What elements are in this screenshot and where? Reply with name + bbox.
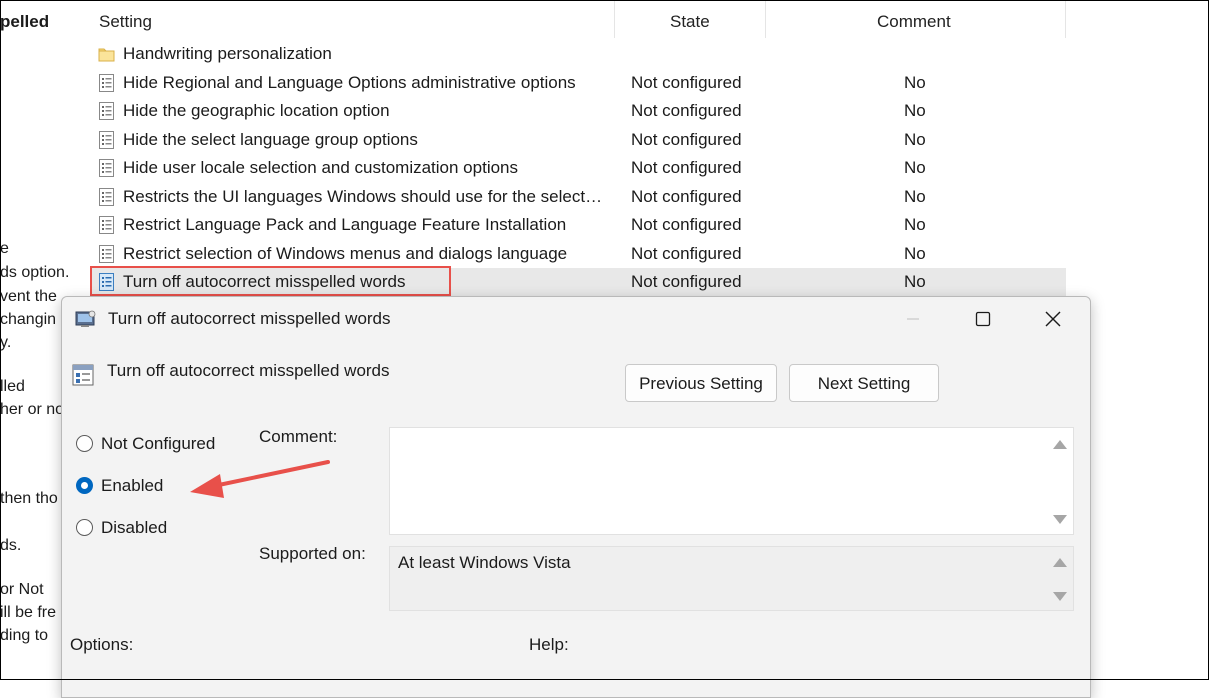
description-line: ill be fre (0, 604, 57, 621)
setting-state: Not configured (631, 73, 742, 92)
radio-circle[interactable] (76, 435, 93, 452)
description-title: pelled (0, 12, 50, 31)
minimize-button[interactable] (890, 297, 936, 341)
column-divider[interactable] (765, 0, 766, 38)
scroll-up-arrow-icon[interactable] (1053, 440, 1067, 449)
annotation-arrow (190, 460, 330, 498)
radio-circle[interactable] (76, 519, 93, 536)
list-header: Setting State Comment (90, 0, 1066, 38)
supported-on-value: At least Windows Vista (398, 553, 571, 572)
options-label: Options: (70, 635, 134, 654)
help-label: Help: (529, 635, 569, 654)
setting-comment: No (904, 272, 926, 291)
setting-state: Not configured (631, 215, 742, 234)
setting-name: Turn off autocorrect misspelled words (123, 272, 406, 291)
setting-name: Restricts the UI languages Windows shoul… (123, 187, 603, 206)
setting-comment: No (904, 101, 926, 120)
policy-icon (99, 74, 114, 92)
setting-comment: No (904, 215, 926, 234)
comment-textarea[interactable] (389, 427, 1074, 535)
setting-comment: No (904, 244, 926, 263)
radio-label: Enabled (101, 476, 164, 495)
policy-icon (99, 188, 114, 206)
setting-state: Not configured (631, 272, 742, 291)
minimize-icon (907, 318, 919, 320)
table-row[interactable]: Hide the geographic location option Not … (90, 97, 1066, 125)
supported-on-label: Supported on: (259, 544, 366, 563)
setting-state: Not configured (631, 158, 742, 177)
table-row[interactable]: Restrict selection of Windows menus and … (90, 240, 1066, 268)
scroll-down-arrow-icon[interactable] (1053, 515, 1067, 524)
policy-setting-icon (72, 364, 94, 386)
table-row[interactable]: Restricts the UI languages Windows shoul… (90, 183, 1066, 211)
description-line: ds option. (0, 264, 70, 281)
policy-name: Turn off autocorrect misspelled words (107, 361, 390, 380)
close-button[interactable] (1030, 297, 1076, 341)
column-divider[interactable] (1065, 0, 1066, 38)
comment-label: Comment: (259, 427, 338, 446)
table-row[interactable]: Restrict Language Pack and Language Feat… (90, 211, 1066, 239)
table-row[interactable]: Hide the select language group options N… (90, 126, 1066, 154)
setting-name: Hide Regional and Language Options admin… (123, 73, 576, 92)
previous-setting-button[interactable]: Previous Setting (625, 364, 777, 402)
column-divider[interactable] (614, 0, 615, 38)
description-line: lled (0, 378, 25, 395)
description-line: vent the (0, 288, 57, 305)
policy-icon (99, 131, 114, 149)
supported-on-field[interactable]: At least Windows Vista (389, 546, 1074, 611)
scroll-up-arrow-icon[interactable] (1053, 558, 1067, 567)
description-line: ding to (0, 627, 49, 644)
folder-icon (98, 48, 115, 62)
setting-name: Hide the geographic location option (123, 101, 390, 120)
description-line: or Not (0, 581, 44, 598)
table-row[interactable]: Hide Regional and Language Options admin… (90, 69, 1066, 97)
close-icon (1045, 311, 1061, 327)
policy-icon (99, 102, 114, 120)
radio-label: Disabled (101, 518, 168, 537)
setting-state: Not configured (631, 130, 742, 149)
policy-icon (99, 159, 114, 177)
policy-icon (99, 216, 114, 234)
table-row-selected[interactable]: Turn off autocorrect misspelled words No… (90, 268, 1066, 296)
description-line: her or no (0, 401, 65, 418)
group-policy-icon (75, 310, 96, 327)
setting-comment: No (904, 158, 926, 177)
maximize-icon (975, 311, 991, 327)
column-header-state[interactable]: State (670, 4, 710, 38)
setting-state: Not configured (631, 101, 742, 120)
setting-name: Hide user locale selection and customiza… (123, 158, 519, 177)
scroll-down-arrow-icon[interactable] (1053, 592, 1067, 601)
list-item[interactable]: Handwriting personalization (90, 40, 1066, 68)
policy-icon (99, 245, 114, 263)
description-line: ds. (0, 537, 22, 554)
setting-name: Hide the select language group options (123, 130, 418, 149)
description-line: e (0, 240, 9, 257)
radio-circle-selected[interactable] (76, 477, 93, 494)
setting-comment: No (904, 130, 926, 149)
setting-state: Not configured (631, 244, 742, 263)
setting-name: Restrict selection of Windows menus and … (123, 244, 568, 263)
dialog-titlebar[interactable]: Turn off autocorrect misspelled words (62, 297, 1090, 341)
setting-comment: No (904, 187, 926, 206)
setting-comment: No (904, 73, 926, 92)
maximize-button[interactable] (960, 297, 1006, 341)
table-row[interactable]: Hide user locale selection and customiza… (90, 154, 1066, 182)
description-line: changin (0, 311, 57, 328)
setting-name: Handwriting personalization (123, 44, 332, 63)
description-line: y. (0, 334, 12, 351)
policy-icon (99, 273, 114, 291)
column-header-setting[interactable]: Setting (99, 4, 152, 38)
next-setting-button[interactable]: Next Setting (789, 364, 939, 402)
description-line: then tho (0, 490, 58, 507)
setting-name: Restrict Language Pack and Language Feat… (123, 215, 567, 234)
column-header-comment[interactable]: Comment (877, 4, 951, 38)
dialog-title: Turn off autocorrect misspelled words (108, 309, 391, 328)
setting-state: Not configured (631, 187, 742, 206)
